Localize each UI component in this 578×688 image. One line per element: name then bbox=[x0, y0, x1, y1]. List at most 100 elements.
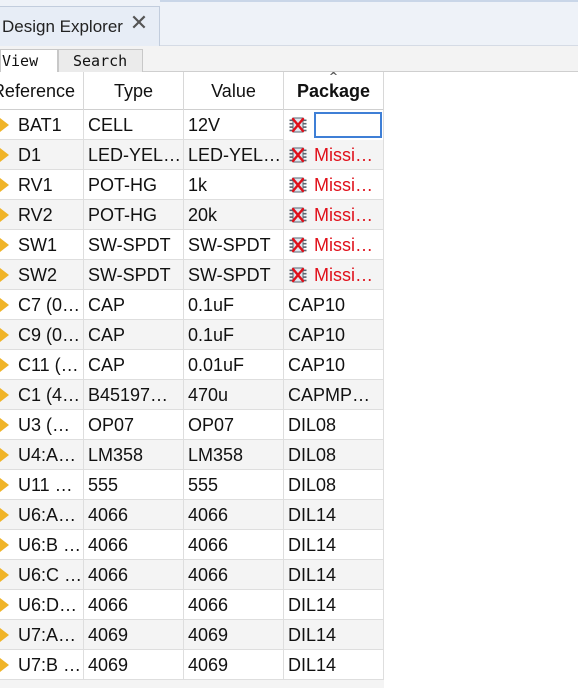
cell-type[interactable]: OP07 bbox=[84, 410, 184, 440]
column-header-value[interactable]: Value bbox=[184, 72, 284, 110]
cell-type[interactable]: POT-HG bbox=[84, 170, 184, 200]
cell-type[interactable]: 4066 bbox=[84, 500, 184, 530]
table-row[interactable]: U11 … 555 555 DIL08 bbox=[0, 470, 384, 500]
cell-value[interactable]: 0.01uF bbox=[184, 350, 284, 380]
table-row[interactable]: U6:C … 4066 4066 DIL14 bbox=[0, 560, 384, 590]
cell-type[interactable]: 4069 bbox=[84, 620, 184, 650]
cell-reference[interactable]: U4:A… bbox=[0, 440, 84, 470]
table-row[interactable]: BAT1 CELL 12V bbox=[0, 110, 384, 140]
cell-reference[interactable]: SW1 bbox=[0, 230, 84, 260]
cell-value[interactable]: LM358 bbox=[184, 440, 284, 470]
tab-search[interactable]: Search bbox=[58, 49, 143, 72]
cell-package[interactable]: DIL14 bbox=[284, 590, 384, 620]
column-header-type[interactable]: Type bbox=[84, 72, 184, 110]
cell-package[interactable]: Missi… bbox=[284, 260, 384, 290]
cell-reference[interactable]: RV1 bbox=[0, 170, 84, 200]
cell-reference[interactable]: U3 (… bbox=[0, 410, 84, 440]
design-explorer-tab[interactable]: Design Explorer ✕ bbox=[0, 6, 160, 46]
table-row[interactable]: SW2 SW-SPDT SW-SPDT Missi… bbox=[0, 260, 384, 290]
table-row[interactable]: C7 (0… CAP 0.1uF CAP10 bbox=[0, 290, 384, 320]
cell-package[interactable]: Missi… bbox=[284, 200, 384, 230]
cell-reference[interactable]: C11 (… bbox=[0, 350, 84, 380]
cell-package[interactable]: DIL14 bbox=[284, 620, 384, 650]
package-edit-field[interactable] bbox=[314, 112, 382, 138]
expand-arrow-icon[interactable] bbox=[0, 478, 9, 492]
table-row[interactable]: C11 (… CAP 0.01uF CAP10 bbox=[0, 350, 384, 380]
cell-type[interactable]: 4066 bbox=[84, 560, 184, 590]
cell-package[interactable] bbox=[284, 110, 384, 140]
cell-type[interactable]: 4066 bbox=[84, 530, 184, 560]
cell-package[interactable]: CAP10 bbox=[284, 350, 384, 380]
table-row[interactable]: SW1 SW-SPDT SW-SPDT Missi… bbox=[0, 230, 384, 260]
cell-value[interactable]: 4069 bbox=[184, 650, 284, 680]
expand-arrow-icon[interactable] bbox=[0, 208, 9, 222]
expand-arrow-icon[interactable] bbox=[0, 148, 9, 162]
expand-arrow-icon[interactable] bbox=[0, 328, 9, 342]
cell-value[interactable]: SW-SPDT bbox=[184, 230, 284, 260]
cell-package[interactable]: Missi… bbox=[284, 170, 384, 200]
table-row[interactable]: RV2 POT-HG 20k Missi… bbox=[0, 200, 384, 230]
cell-type[interactable]: B45197… bbox=[84, 380, 184, 410]
cell-value[interactable]: 4066 bbox=[184, 500, 284, 530]
cell-type[interactable]: SW-SPDT bbox=[84, 260, 184, 290]
column-header-reference[interactable]: Reference bbox=[0, 72, 84, 110]
cell-reference[interactable]: U11 … bbox=[0, 470, 84, 500]
table-row[interactable]: U6:B … 4066 4066 DIL14 bbox=[0, 530, 384, 560]
expand-arrow-icon[interactable] bbox=[0, 238, 9, 252]
cell-reference[interactable]: C1 (4… bbox=[0, 380, 84, 410]
cell-value[interactable]: 12V bbox=[184, 110, 284, 140]
cell-type[interactable]: POT-HG bbox=[84, 200, 184, 230]
cell-value[interactable]: 4066 bbox=[184, 530, 284, 560]
expand-arrow-icon[interactable] bbox=[0, 568, 9, 582]
table-row[interactable]: C9 (0… CAP 0.1uF CAP10 bbox=[0, 320, 384, 350]
cell-reference[interactable]: BAT1 bbox=[0, 110, 84, 140]
cell-reference[interactable]: U6:C … bbox=[0, 560, 84, 590]
expand-arrow-icon[interactable] bbox=[0, 448, 9, 462]
expand-arrow-icon[interactable] bbox=[0, 658, 9, 672]
close-icon[interactable]: ✕ bbox=[128, 13, 150, 35]
column-header-package[interactable]: ^ Package bbox=[284, 72, 384, 110]
expand-arrow-icon[interactable] bbox=[0, 388, 9, 402]
cell-type[interactable]: LM358 bbox=[84, 440, 184, 470]
cell-value[interactable]: 470u bbox=[184, 380, 284, 410]
cell-package[interactable]: CAPMP… bbox=[284, 380, 384, 410]
cell-type[interactable]: CAP bbox=[84, 350, 184, 380]
table-row[interactable]: D1 LED-YEL… LED-YEL… Missi… bbox=[0, 140, 384, 170]
cell-type[interactable]: 4066 bbox=[84, 590, 184, 620]
cell-type[interactable]: LED-YEL… bbox=[84, 140, 184, 170]
cell-reference[interactable]: U6:A… bbox=[0, 500, 84, 530]
expand-arrow-icon[interactable] bbox=[0, 538, 9, 552]
cell-value[interactable]: 0.1uF bbox=[184, 290, 284, 320]
expand-arrow-icon[interactable] bbox=[0, 508, 9, 522]
cell-reference[interactable]: U7:A… bbox=[0, 620, 84, 650]
cell-value[interactable]: 555 bbox=[184, 470, 284, 500]
cell-package[interactable]: DIL14 bbox=[284, 500, 384, 530]
cell-package[interactable]: DIL08 bbox=[284, 410, 384, 440]
cell-type[interactable]: CAP bbox=[84, 290, 184, 320]
cell-reference[interactable]: D1 bbox=[0, 140, 84, 170]
cell-value[interactable]: 0.1uF bbox=[184, 320, 284, 350]
cell-value[interactable]: 4069 bbox=[184, 620, 284, 650]
cell-type[interactable]: 4069 bbox=[84, 650, 184, 680]
expand-arrow-icon[interactable] bbox=[0, 178, 9, 192]
cell-type[interactable]: 555 bbox=[84, 470, 184, 500]
cell-package[interactable]: DIL14 bbox=[284, 530, 384, 560]
cell-package[interactable]: Missi… bbox=[284, 140, 384, 170]
table-row[interactable]: U7:A… 4069 4069 DIL14 bbox=[0, 620, 384, 650]
cell-type[interactable]: SW-SPDT bbox=[84, 230, 184, 260]
cell-package[interactable]: CAP10 bbox=[284, 320, 384, 350]
cell-value[interactable]: SW-SPDT bbox=[184, 260, 284, 290]
cell-value[interactable]: 20k bbox=[184, 200, 284, 230]
cell-package[interactable]: Missi… bbox=[284, 230, 384, 260]
expand-arrow-icon[interactable] bbox=[0, 268, 9, 282]
table-row[interactable]: C1 (4… B45197… 470u CAPMP… bbox=[0, 380, 384, 410]
expand-arrow-icon[interactable] bbox=[0, 298, 9, 312]
cell-package[interactable]: DIL08 bbox=[284, 470, 384, 500]
table-row[interactable]: U4:A… LM358 LM358 DIL08 bbox=[0, 440, 384, 470]
table-row[interactable]: U6:A… 4066 4066 DIL14 bbox=[0, 500, 384, 530]
expand-arrow-icon[interactable] bbox=[0, 118, 9, 132]
cell-package[interactable]: DIL14 bbox=[284, 560, 384, 590]
cell-package[interactable]: DIL14 bbox=[284, 650, 384, 680]
table-row[interactable]: U7:B … 4069 4069 DIL14 bbox=[0, 650, 384, 680]
tab-view[interactable]: View bbox=[0, 49, 58, 72]
